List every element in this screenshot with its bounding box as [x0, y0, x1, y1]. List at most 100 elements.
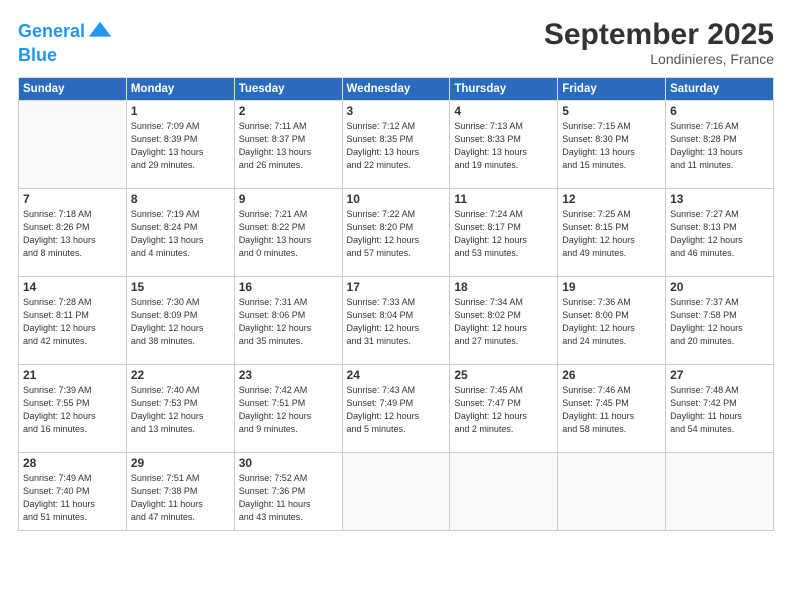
day-number: 24 — [347, 368, 446, 382]
calendar-cell: 2Sunrise: 7:11 AMSunset: 8:37 PMDaylight… — [234, 101, 342, 189]
day-number: 30 — [239, 456, 338, 470]
day-info: Sunrise: 7:19 AMSunset: 8:24 PMDaylight:… — [131, 208, 230, 260]
day-number: 4 — [454, 104, 553, 118]
calendar-cell: 1 Sunrise: 7:09 AMSunset: 8:39 PMDaylight… — [126, 101, 234, 189]
day-info: Sunrise: 7:31 AMSunset: 8:06 PMDaylight:… — [239, 296, 338, 348]
day-info: Sunrise: 7:39 AMSunset: 7:55 PMDaylight:… — [23, 384, 122, 436]
calendar-cell: 5 Sunrise: 7:15 AMSunset: 8:30 PMDaylight… — [558, 101, 666, 189]
day-info: Sunrise: 7:48 AMSunset: 7:42 PMDaylight:… — [670, 384, 769, 436]
logo-icon — [87, 18, 115, 46]
day-number: 20 — [670, 280, 769, 294]
calendar-cell: 17 Sunrise: 7:33 AMSunset: 8:04 PMDayligh… — [342, 277, 450, 365]
day-info: Sunrise: 7:25 AMSunset: 8:15 PMDaylight:… — [562, 208, 661, 260]
day-header-friday: Friday — [558, 78, 666, 101]
day-number: 18 — [454, 280, 553, 294]
calendar-cell — [450, 453, 558, 531]
calendar-cell: 13 Sunrise: 7:27 AMSunset: 8:13 PMDayligh… — [666, 189, 774, 277]
calendar-cell: 9 Sunrise: 7:21 AMSunset: 8:22 PMDaylight… — [234, 189, 342, 277]
calendar-week-1: 1 Sunrise: 7:09 AMSunset: 8:39 PMDaylight… — [19, 101, 774, 189]
day-info: Sunrise: 7:42 AMSunset: 7:51 PMDaylight:… — [239, 384, 338, 436]
calendar-cell: 4 Sunrise: 7:13 AMSunset: 8:33 PMDaylight… — [450, 101, 558, 189]
month-title: September 2025 — [544, 18, 774, 51]
day-info: Sunrise: 7:51 AMSunset: 7:38 PMDaylight:… — [131, 472, 230, 524]
day-info: Sunrise: 7:09 AMSunset: 8:39 PMDaylight:… — [131, 120, 230, 172]
day-info: Sunrise: 7:12 AMSunset: 8:35 PMDaylight:… — [347, 120, 446, 172]
calendar-cell: 27 Sunrise: 7:48 AMSunset: 7:42 PMDayligh… — [666, 365, 774, 453]
day-number: 11 — [454, 192, 553, 206]
day-number: 5 — [562, 104, 661, 118]
day-info: Sunrise: 7:40 AMSunset: 7:53 PMDaylight:… — [131, 384, 230, 436]
day-number: 3 — [347, 104, 446, 118]
day-info: Sunrise: 7:13 AMSunset: 8:33 PMDaylight:… — [454, 120, 553, 172]
day-number: 21 — [23, 368, 122, 382]
calendar-cell: 22Sunrise: 7:40 AMSunset: 7:53 PMDayligh… — [126, 365, 234, 453]
day-number: 29 — [131, 456, 230, 470]
day-info: Sunrise: 7:16 AMSunset: 8:28 PMDaylight:… — [670, 120, 769, 172]
logo: General Blue — [18, 18, 115, 66]
calendar-cell: 15 Sunrise: 7:30 AMSunset: 8:09 PMDayligh… — [126, 277, 234, 365]
day-info: Sunrise: 7:36 AMSunset: 8:00 PMDaylight:… — [562, 296, 661, 348]
calendar-week-4: 21 Sunrise: 7:39 AMSunset: 7:55 PMDayligh… — [19, 365, 774, 453]
day-header-thursday: Thursday — [450, 78, 558, 101]
calendar-cell: 14Sunrise: 7:28 AMSunset: 8:11 PMDayligh… — [19, 277, 127, 365]
day-info: Sunrise: 7:43 AMSunset: 7:49 PMDaylight:… — [347, 384, 446, 436]
day-number: 12 — [562, 192, 661, 206]
day-number: 16 — [239, 280, 338, 294]
calendar-cell: 16 Sunrise: 7:31 AMSunset: 8:06 PMDayligh… — [234, 277, 342, 365]
calendar-cell: 21 Sunrise: 7:39 AMSunset: 7:55 PMDayligh… — [19, 365, 127, 453]
day-info: Sunrise: 7:33 AMSunset: 8:04 PMDaylight:… — [347, 296, 446, 348]
logo-blue-text: Blue — [18, 46, 115, 66]
day-info: Sunrise: 7:34 AMSunset: 8:02 PMDaylight:… — [454, 296, 553, 348]
calendar-cell: 30 Sunrise: 7:52 AMSunset: 7:36 PMDayligh… — [234, 453, 342, 531]
day-number: 17 — [347, 280, 446, 294]
day-number: 7 — [23, 192, 122, 206]
day-number: 15 — [131, 280, 230, 294]
day-header-sunday: Sunday — [19, 78, 127, 101]
day-header-wednesday: Wednesday — [342, 78, 450, 101]
calendar-cell: 29 Sunrise: 7:51 AMSunset: 7:38 PMDayligh… — [126, 453, 234, 531]
day-info: Sunrise: 7:45 AMSunset: 7:47 PMDaylight:… — [454, 384, 553, 436]
day-number: 23 — [239, 368, 338, 382]
calendar-cell: 7 Sunrise: 7:18 AMSunset: 8:26 PMDaylight… — [19, 189, 127, 277]
day-number: 8 — [131, 192, 230, 206]
day-info: Sunrise: 7:18 AMSunset: 8:26 PMDaylight:… — [23, 208, 122, 260]
calendar-cell: 28Sunrise: 7:49 AMSunset: 7:40 PMDayligh… — [19, 453, 127, 531]
calendar-cell — [666, 453, 774, 531]
day-info: Sunrise: 7:52 AMSunset: 7:36 PMDaylight:… — [239, 472, 338, 524]
calendar-cell: 23 Sunrise: 7:42 AMSunset: 7:51 PMDayligh… — [234, 365, 342, 453]
calendar-week-2: 7 Sunrise: 7:18 AMSunset: 8:26 PMDaylight… — [19, 189, 774, 277]
day-number: 28 — [23, 456, 122, 470]
day-info: Sunrise: 7:21 AMSunset: 8:22 PMDaylight:… — [239, 208, 338, 260]
day-info: Sunrise: 7:15 AMSunset: 8:30 PMDaylight:… — [562, 120, 661, 172]
location: Londinieres, France — [544, 51, 774, 67]
day-info: Sunrise: 7:24 AMSunset: 8:17 PMDaylight:… — [454, 208, 553, 260]
calendar-week-3: 14Sunrise: 7:28 AMSunset: 8:11 PMDayligh… — [19, 277, 774, 365]
day-header-tuesday: Tuesday — [234, 78, 342, 101]
logo-text: General — [18, 22, 85, 42]
calendar-week-5: 28Sunrise: 7:49 AMSunset: 7:40 PMDayligh… — [19, 453, 774, 531]
day-info: Sunrise: 7:11 AMSunset: 8:37 PMDaylight:… — [239, 120, 338, 172]
day-number: 26 — [562, 368, 661, 382]
day-info: Sunrise: 7:22 AMSunset: 8:20 PMDaylight:… — [347, 208, 446, 260]
day-number: 25 — [454, 368, 553, 382]
calendar-cell: 26Sunrise: 7:46 AMSunset: 7:45 PMDayligh… — [558, 365, 666, 453]
calendar-body: 1 Sunrise: 7:09 AMSunset: 8:39 PMDaylight… — [19, 101, 774, 531]
calendar-cell: 20Sunrise: 7:37 AMSunset: 7:58 PMDayligh… — [666, 277, 774, 365]
day-number: 19 — [562, 280, 661, 294]
day-number: 9 — [239, 192, 338, 206]
day-info: Sunrise: 7:28 AMSunset: 8:11 PMDaylight:… — [23, 296, 122, 348]
day-number: 10 — [347, 192, 446, 206]
calendar-cell: 6 Sunrise: 7:16 AMSunset: 8:28 PMDaylight… — [666, 101, 774, 189]
calendar-cell: 8 Sunrise: 7:19 AMSunset: 8:24 PMDaylight… — [126, 189, 234, 277]
day-number: 6 — [670, 104, 769, 118]
calendar-cell — [558, 453, 666, 531]
day-number: 1 — [131, 104, 230, 118]
day-info: Sunrise: 7:30 AMSunset: 8:09 PMDaylight:… — [131, 296, 230, 348]
calendar-cell: 10 Sunrise: 7:22 AMSunset: 8:20 PMDayligh… — [342, 189, 450, 277]
calendar-cell: 25 Sunrise: 7:45 AMSunset: 7:47 PMDayligh… — [450, 365, 558, 453]
day-header-saturday: Saturday — [666, 78, 774, 101]
day-number: 13 — [670, 192, 769, 206]
calendar-cell: 19 Sunrise: 7:36 AMSunset: 8:00 PMDayligh… — [558, 277, 666, 365]
day-info: Sunrise: 7:27 AMSunset: 8:13 PMDaylight:… — [670, 208, 769, 260]
day-number: 27 — [670, 368, 769, 382]
